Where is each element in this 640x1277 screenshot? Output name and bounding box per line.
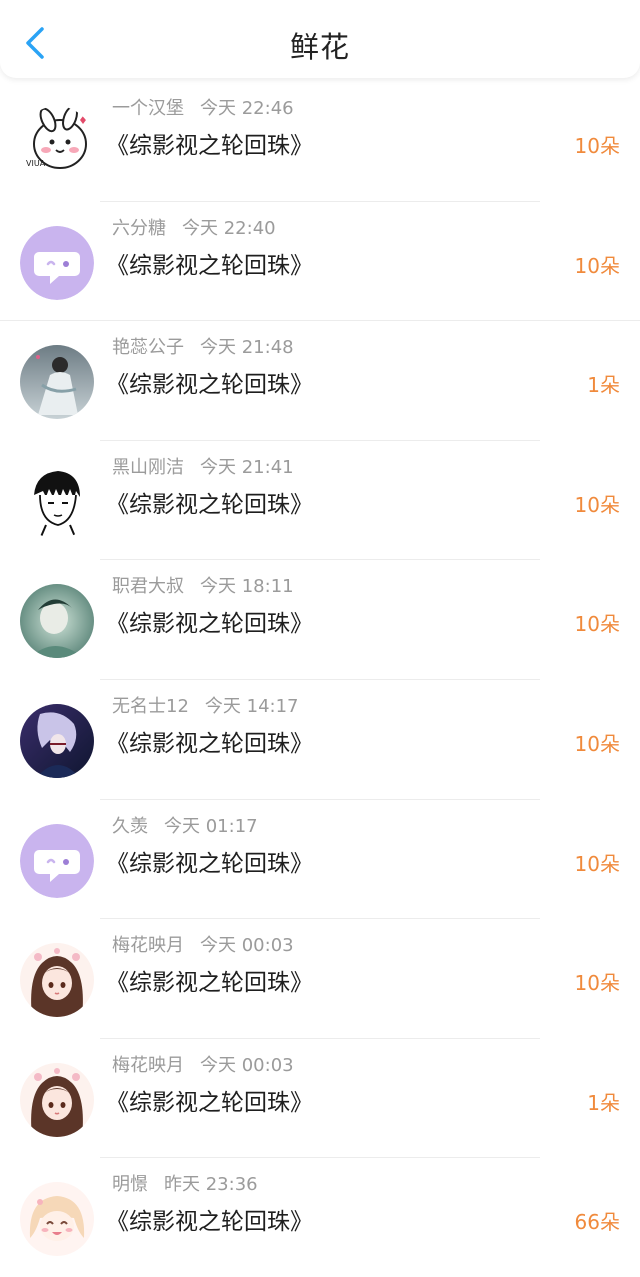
timestamp: 今天 18:11: [200, 576, 294, 598]
user-name[interactable]: 久羡: [112, 816, 148, 837]
book-title: 《综影视之轮回珠》: [106, 1089, 313, 1116]
row-meta: 无名士12 今天 14:17: [112, 692, 299, 718]
flower-count: 66朵: [574, 1210, 620, 1235]
list-item[interactable]: 黑山刚洁 今天 21:41 《综影视之轮回珠》 10朵: [0, 441, 640, 560]
book-title: 《综影视之轮回珠》: [106, 850, 313, 877]
user-name[interactable]: 黑山刚洁: [112, 457, 184, 478]
book-title: 《综影视之轮回珠》: [106, 252, 313, 279]
row-meta: 明憬 昨天 23:36: [112, 1170, 258, 1196]
flower-count: 10朵: [574, 492, 620, 517]
user-name[interactable]: 明憬: [112, 1174, 148, 1195]
flower-count: 10朵: [574, 134, 620, 158]
user-name[interactable]: 职君大叔: [112, 576, 184, 597]
list-item[interactable]: 职君大叔 今天 18:11 《综影视之轮回珠》 10朵: [0, 560, 640, 679]
avatar[interactable]: [20, 823, 94, 898]
list-item[interactable]: 明憬 昨天 23:36 《综影视之轮回珠》 66朵: [0, 1158, 640, 1277]
top-bar: 鲜花: [0, 0, 640, 78]
timestamp: 今天 01:17: [164, 815, 258, 837]
book-title: 《综影视之轮回珠》: [106, 133, 313, 159]
book-title: 《综影视之轮回珠》: [106, 491, 313, 518]
list-item[interactable]: 梅花映月 今天 00:03 《综影视之轮回珠》 1朵: [0, 1039, 640, 1158]
timestamp: 今天 21:48: [200, 337, 294, 359]
timestamp: 今天 00:03: [200, 935, 294, 957]
user-name[interactable]: 六分糖: [112, 218, 166, 239]
avatar[interactable]: [20, 345, 94, 420]
book-title: 《综影视之轮回珠》: [106, 1209, 313, 1236]
timestamp: 昨天 23:36: [164, 1174, 258, 1196]
user-name[interactable]: 梅花映月: [112, 1055, 184, 1076]
avatar[interactable]: [20, 1062, 94, 1137]
flower-count: 10朵: [574, 732, 620, 756]
row-meta: 黑山刚洁 今天 21:41: [112, 453, 294, 479]
row-meta: 久羡 今天 01:17: [112, 812, 258, 838]
page-title: 鲜花: [289, 30, 350, 64]
user-name[interactable]: 一个汉堡: [112, 98, 184, 119]
avatar[interactable]: [20, 584, 94, 659]
row-meta: 职君大叔 今天 18:11: [112, 572, 294, 598]
timestamp: 今天 14:17: [204, 696, 299, 717]
row-meta: 六分糖 今天 22:40: [112, 214, 276, 240]
row-meta: 梅花映月 今天 00:03: [112, 1051, 294, 1077]
book-title: 《综影视之轮回珠》: [106, 970, 313, 997]
avatar[interactable]: VIUA: [20, 106, 94, 180]
list-item[interactable]: 六分糖 今天 22:40 《综影视之轮回珠》 10朵: [0, 202, 640, 321]
timestamp: 今天 21:41: [200, 456, 294, 478]
book-title: 《综影视之轮回珠》: [106, 731, 313, 757]
row-meta: 一个汉堡 今天 22:46: [112, 94, 294, 120]
list-item[interactable]: 久羡 今天 01:17 《综影视之轮回珠》 10朵: [0, 800, 640, 919]
book-title: 《综影视之轮回珠》: [106, 372, 313, 399]
list-item[interactable]: 无名士12 今天 14:17 《综影视之轮回珠》 10朵: [0, 680, 640, 799]
list-item[interactable]: 梅花映月 今天 00:03 《综影视之轮回珠》 10朵: [0, 919, 640, 1038]
flower-count: 10朵: [574, 612, 620, 637]
svg-text:VIUA: VIUA: [26, 159, 46, 168]
avatar[interactable]: [20, 943, 94, 1018]
row-meta: 艳蕊公子 今天 21:48: [112, 333, 294, 359]
row-meta: 梅花映月 今天 00:03: [112, 931, 294, 957]
book-title: 《综影视之轮回珠》: [106, 611, 313, 638]
timestamp: 今天 22:46: [200, 98, 294, 119]
flower-count: 10朵: [574, 851, 620, 876]
timestamp: 今天 22:40: [182, 217, 276, 239]
list-item[interactable]: VIUA 一个汉堡 今天 22:46 《综影视之轮回珠》 10朵: [0, 82, 640, 201]
avatar[interactable]: [20, 225, 94, 300]
list-item[interactable]: 艳蕊公子 今天 21:48 《综影视之轮回珠》 1朵: [0, 321, 640, 440]
user-name[interactable]: 艳蕊公子: [112, 337, 184, 358]
user-name[interactable]: 无名士12: [112, 696, 189, 717]
avatar[interactable]: [20, 704, 94, 778]
avatar[interactable]: [20, 464, 94, 539]
user-name[interactable]: 梅花映月: [112, 935, 184, 956]
avatar[interactable]: [20, 1182, 94, 1257]
timestamp: 今天 00:03: [200, 1054, 294, 1076]
flower-count: 1朵: [587, 1090, 620, 1115]
flower-count: 1朵: [587, 373, 620, 398]
flower-count: 10朵: [574, 253, 620, 278]
flower-count: 10朵: [574, 971, 620, 996]
